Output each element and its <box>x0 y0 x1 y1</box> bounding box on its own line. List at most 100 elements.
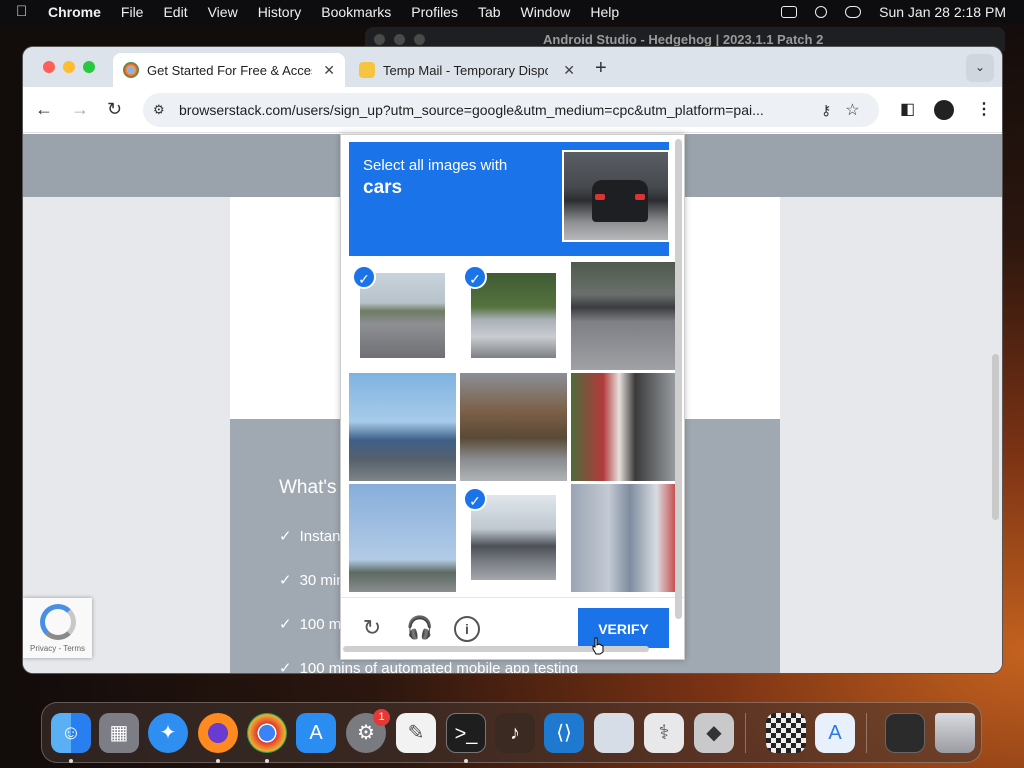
help-info-icon[interactable]: i <box>454 616 480 642</box>
captcha-tile-9[interactable] <box>571 484 678 592</box>
captcha-vertical-scrollbar[interactable] <box>675 139 682 619</box>
launchpad-icon[interactable]: ▦ <box>99 713 139 753</box>
control-center-icon[interactable] <box>845 5 862 18</box>
recaptcha-logo-icon <box>39 604 76 640</box>
tab-temp-mail[interactable]: Temp Mail - Temporary Dispo ✕ <box>349 53 585 87</box>
dock-separator <box>745 713 746 753</box>
tile-image <box>471 495 556 580</box>
minimize-window-button[interactable] <box>63 61 75 73</box>
menu-bookmarks[interactable]: Bookmarks <box>321 4 391 20</box>
captcha-tile-5[interactable] <box>460 373 567 481</box>
selected-checkmark-icon: ✓ <box>463 265 487 289</box>
browser-window: Get Started For Free & Access ✕ Temp Mai… <box>23 47 1002 673</box>
address-bar[interactable]: ⚙ browserstack.com/users/sign_up?utm_sou… <box>143 93 879 127</box>
url-text[interactable]: browserstack.com/users/sign_up?utm_sourc… <box>179 102 809 118</box>
browser-toolbar: ← → ↻ ⚙ browserstack.com/users/sign_up?u… <box>23 87 1002 133</box>
captcha-tile-2[interactable]: ✓ <box>460 262 567 370</box>
checkmark-icon: ✓ <box>279 616 292 633</box>
menu-help[interactable]: Help <box>590 4 619 20</box>
dock: ☺ ▦ ✦ A ⚙ 1 ✎ >_ ♪ ⟨⟩ ⚕ ◆ A <box>41 702 982 763</box>
feature-item: ✓ 100 m <box>279 616 342 633</box>
profile-avatar[interactable] <box>934 100 954 120</box>
back-arrow-icon[interactable]: ← <box>35 99 53 120</box>
feature-item: ✓ 100 mins of automated mobile app testin… <box>279 659 578 673</box>
screen-window-icon[interactable] <box>885 713 925 753</box>
tab-browserstack[interactable]: Get Started For Free & Access ✕ <box>113 53 345 87</box>
window-minimize-button[interactable] <box>394 33 405 45</box>
app-store-icon[interactable]: A <box>296 713 336 753</box>
tab-label: Temp Mail - Temporary Dispo <box>383 62 548 78</box>
features-heading: What's <box>279 477 337 498</box>
more-menu-icon[interactable]: ⋮ <box>976 99 992 119</box>
page-content: What's ✓ Instant ✓ 30 min ✓ 100 m ✓ 100 mins… <box>23 134 1002 673</box>
captcha-tile-3[interactable] <box>571 262 678 370</box>
zoom-window-button[interactable] <box>83 61 95 73</box>
reload-icon[interactable]: ↻ <box>107 99 122 120</box>
new-tab-plus-icon[interactable]: + <box>595 57 607 80</box>
tile-image <box>471 273 556 358</box>
captcha-tile-8[interactable]: ✓ <box>460 484 567 592</box>
menu-window[interactable]: Window <box>521 4 571 20</box>
trash-icon[interactable] <box>935 713 975 753</box>
migration-assistant-icon[interactable]: ◆ <box>694 713 734 753</box>
running-indicator <box>216 759 220 763</box>
recaptcha-badge[interactable]: Privacy - Terms <box>23 598 92 658</box>
captcha-target-word: cars <box>363 177 403 198</box>
system-settings-gear-icon[interactable]: ⚙ 1 <box>346 709 390 753</box>
textedit-icon[interactable]: ✎ <box>396 713 436 753</box>
menu-edit[interactable]: Edit <box>163 4 187 20</box>
captcha-tile-6[interactable] <box>571 373 678 481</box>
tile-image <box>571 373 678 481</box>
close-tab-icon[interactable]: ✕ <box>563 62 575 79</box>
firefox-icon[interactable] <box>198 713 238 753</box>
safari-compass-icon[interactable]: ✦ <box>148 713 188 753</box>
captcha-tile-4[interactable] <box>349 373 456 481</box>
disk-utility-stethoscope-icon[interactable]: ⚕ <box>644 713 684 753</box>
preview-icon[interactable] <box>594 713 634 753</box>
captcha-instruction: Select all images with <box>363 157 508 174</box>
finder-icon[interactable]: ☺ <box>51 713 91 753</box>
page-scrollbar[interactable] <box>992 354 999 520</box>
password-key-icon[interactable]: ⚷ <box>821 102 831 119</box>
close-tab-icon[interactable]: ✕ <box>323 62 335 79</box>
notification-badge: 1 <box>373 709 390 726</box>
close-window-button[interactable] <box>43 61 55 73</box>
forward-arrow-icon[interactable]: → <box>71 99 89 120</box>
xcode-icon[interactable]: A <box>815 713 855 753</box>
menu-view[interactable]: View <box>208 4 238 20</box>
side-panel-icon[interactable]: ◧ <box>900 99 915 119</box>
menu-app-name[interactable]: Chrome <box>48 4 101 20</box>
menu-file[interactable]: File <box>121 4 144 20</box>
site-settings-icon[interactable]: ⚙ <box>153 102 169 118</box>
tile-image <box>349 484 456 592</box>
chess-icon[interactable] <box>766 713 806 753</box>
spotlight-search-icon[interactable] <box>815 5 828 18</box>
vscode-icon[interactable]: ⟨⟩ <box>544 713 584 753</box>
menu-profiles[interactable]: Profiles <box>411 4 458 20</box>
screen-mirroring-icon[interactable] <box>781 5 798 18</box>
menu-history[interactable]: History <box>258 4 302 20</box>
chrome-icon[interactable] <box>247 713 287 753</box>
captcha-tile-7[interactable] <box>349 484 456 592</box>
menu-tab[interactable]: Tab <box>478 4 501 20</box>
bookmark-star-icon[interactable]: ☆ <box>845 100 859 120</box>
feature-item: ✓ 30 min <box>279 572 345 589</box>
captcha-footer: ↻ 🎧 i VERIFY <box>341 597 684 661</box>
recaptcha-privacy-terms[interactable]: Privacy - Terms <box>23 644 92 653</box>
window-title: Android Studio - Hedgehog | 2023.1.1 Pat… <box>543 31 824 47</box>
checkmark-icon: ✓ <box>279 572 292 589</box>
tab-search-chevron-icon[interactable]: ⌄ <box>966 54 994 82</box>
browserstack-favicon-icon <box>123 62 139 78</box>
reload-challenge-icon[interactable]: ↻ <box>359 616 385 642</box>
menu-clock[interactable]: Sun Jan 28 2:18 PM <box>879 4 1006 20</box>
garageband-guitar-icon[interactable]: ♪ <box>495 713 535 753</box>
captcha-tile-1[interactable]: ✓ <box>349 262 456 370</box>
window-zoom-button[interactable] <box>414 33 425 45</box>
apple-icon[interactable]:  <box>16 3 36 20</box>
captcha-sample-image <box>562 150 670 242</box>
window-close-button[interactable] <box>374 33 385 45</box>
captcha-challenge-dialog: Select all images with cars ✓ ✓ ✓ ↻ 🎧 i … <box>340 134 685 660</box>
terminal-icon[interactable]: >_ <box>446 713 486 753</box>
selected-checkmark-icon: ✓ <box>463 487 487 511</box>
audio-challenge-headphones-icon[interactable]: 🎧 <box>406 616 433 642</box>
